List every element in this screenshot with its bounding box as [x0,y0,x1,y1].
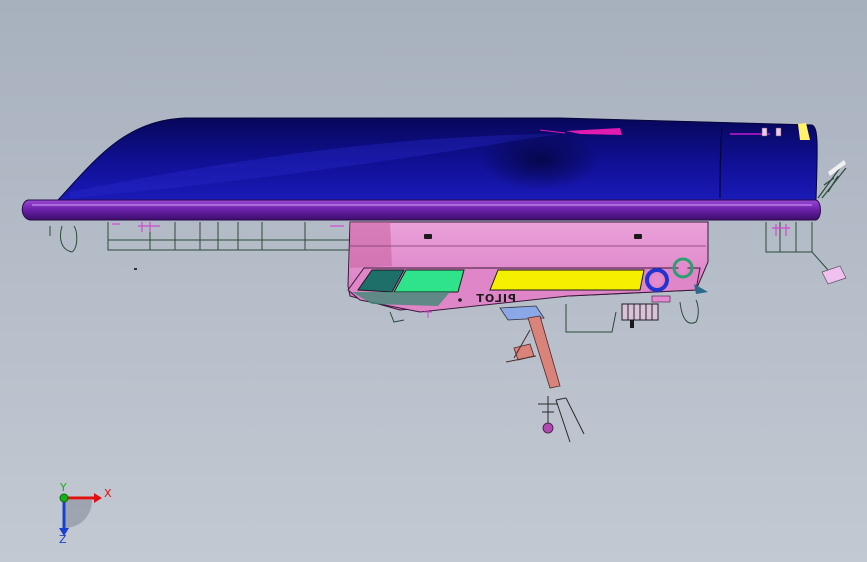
life-ring-green-inner [678,263,688,273]
bow-fender [821,265,847,285]
bow-light-stripe [828,160,846,176]
x-axis-label: X [104,487,112,500]
aft-fittings [112,222,344,232]
aft-railing-frame [49,222,351,253]
cabin-hanging-fitting [389,310,432,323]
deck-shade [480,130,600,190]
y-axis-dot [59,493,69,503]
cabin-porthole-2 [634,234,642,239]
cabin-front-shade [350,222,392,268]
rubbing-strake[interactable] [21,199,821,221]
winch-assembly [621,303,659,328]
sensor-assembly [538,396,585,443]
bow-fitting-1 [761,127,768,137]
window-panel-yellow[interactable] [489,269,645,291]
cad-viewport[interactable]: PILOT X Y Z [0,0,867,562]
keel-fin [694,284,708,294]
y-axis-label: Y [59,481,67,494]
pink-bracket [651,295,671,303]
bow-frame [765,222,829,271]
sensor-dome [542,422,554,434]
coordinate-triad[interactable]: X Y Z [59,481,112,546]
triad-shadow [64,500,92,528]
window-lower-shade [352,292,450,306]
aft-marker [134,268,137,270]
z-axis-label: Z [59,533,67,546]
bow-fitting-2 [775,127,782,137]
bow-frame-fittings [772,224,790,236]
hull-label-dot [458,298,462,302]
x-axis-arrowhead [94,493,102,503]
cabin-porthole-1 [424,234,432,239]
window-panel-green[interactable] [393,269,465,293]
life-ring-blue-inner [652,275,662,285]
hull-label-pilot: PILOT [475,292,516,305]
boat-model[interactable]: PILOT [21,117,847,443]
